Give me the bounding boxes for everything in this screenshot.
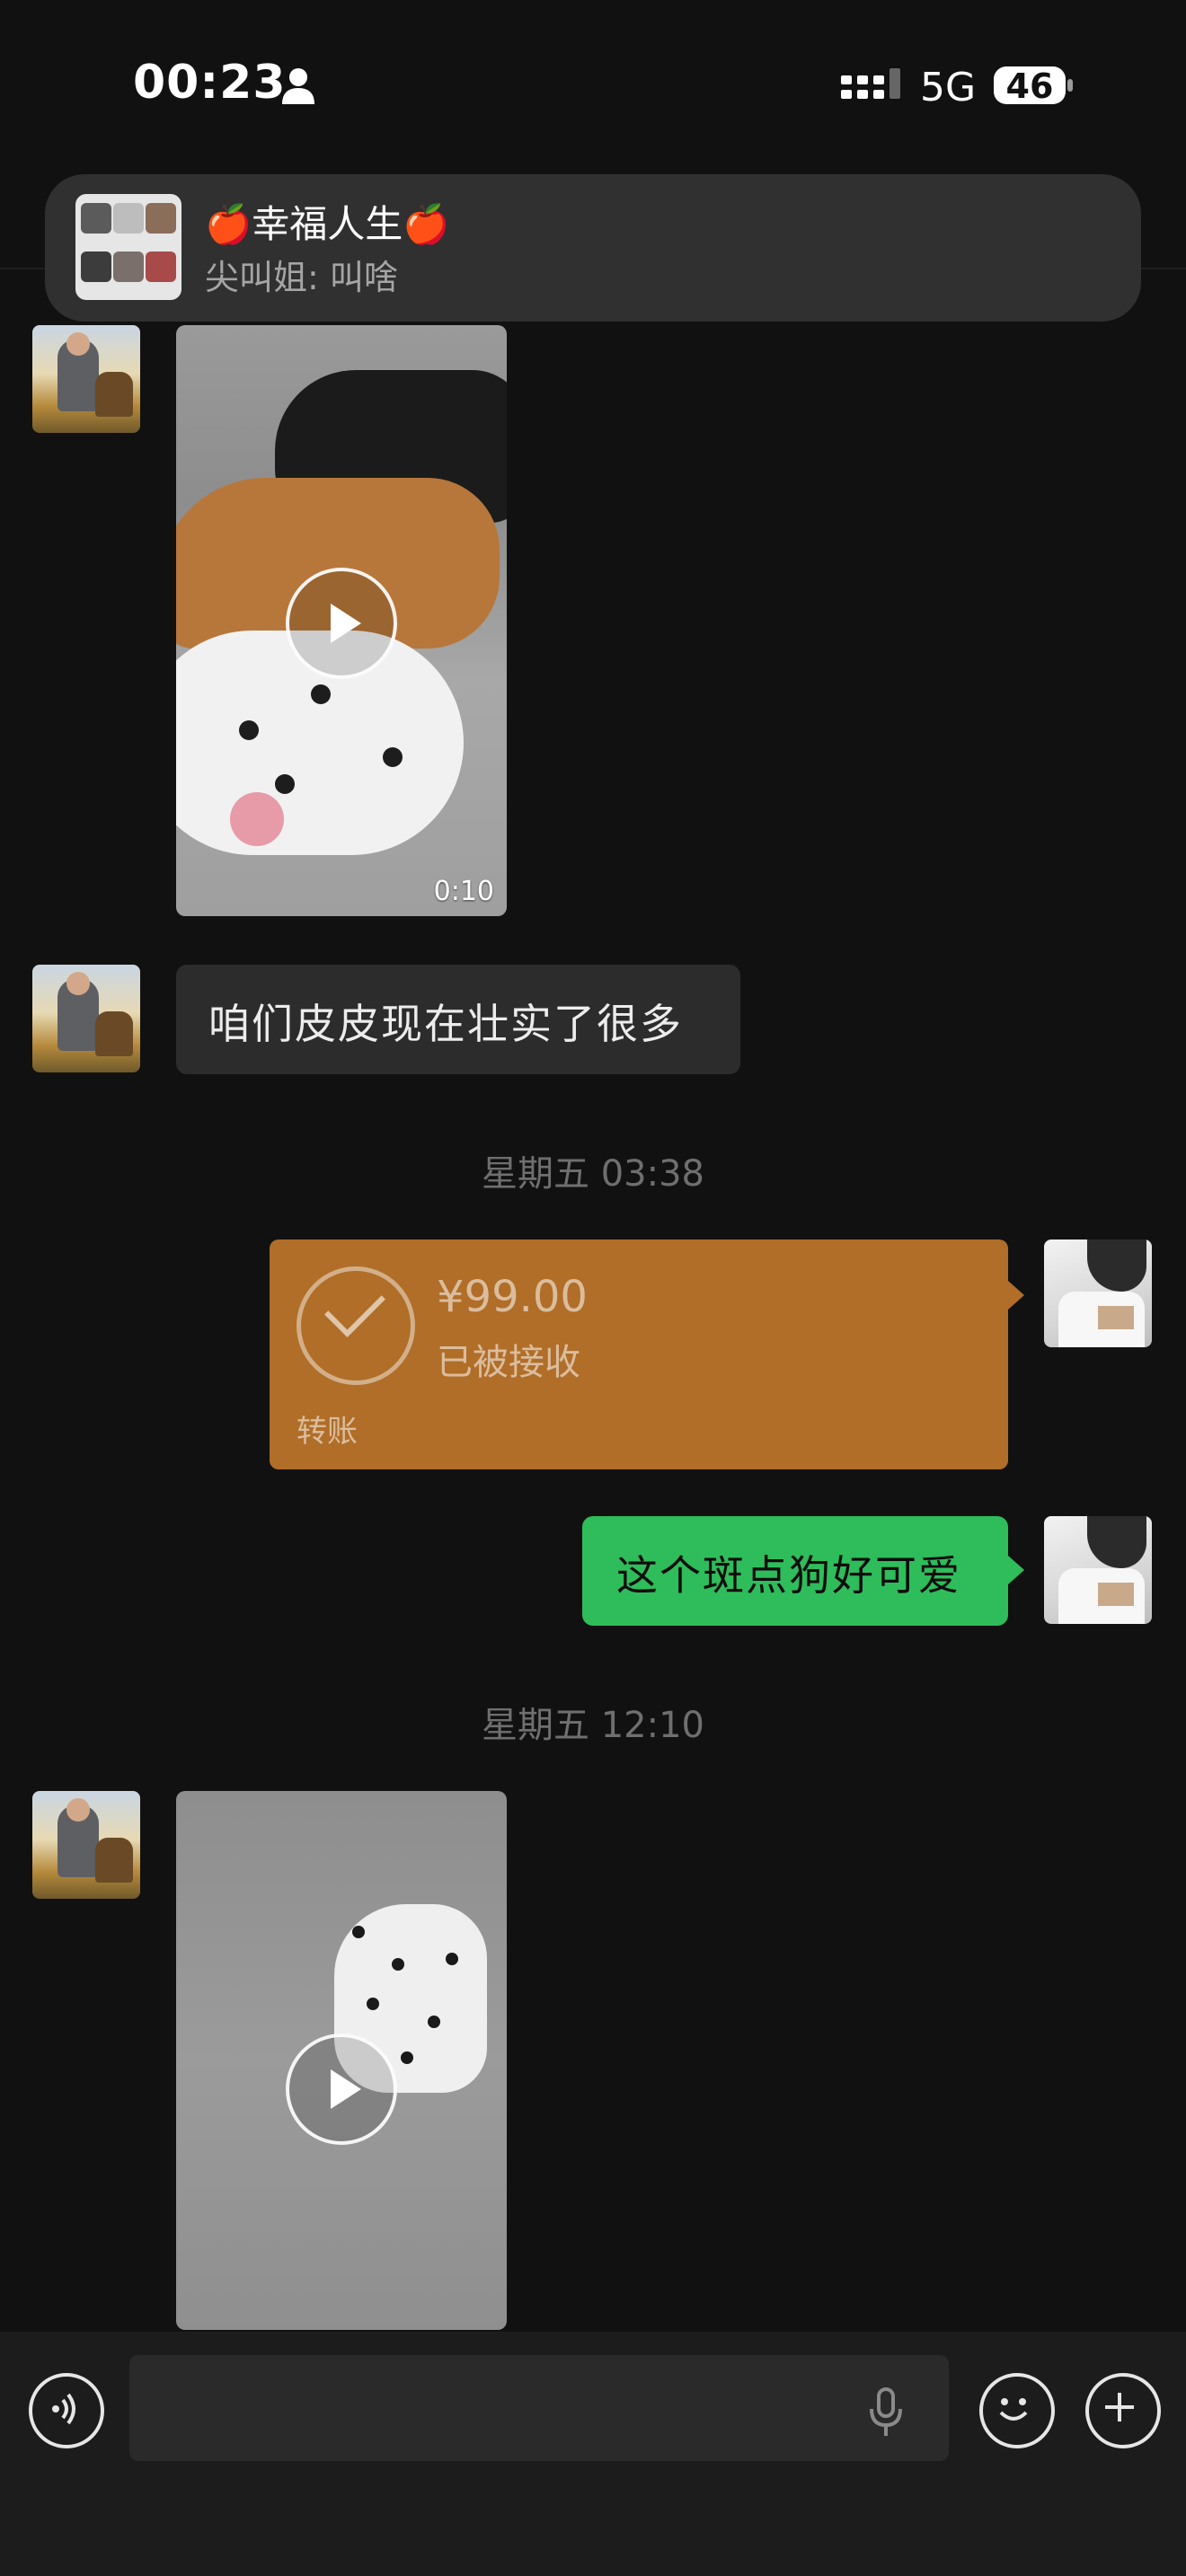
received-text-bubble[interactable]: 咱们皮皮现在壮实了很多	[176, 965, 740, 1074]
video-message[interactable]: 0:10	[176, 325, 507, 916]
status-bar: 00:23 5G 46	[0, 0, 1186, 171]
status-time: 00:23	[133, 56, 287, 110]
play-icon[interactable]	[286, 568, 397, 679]
input-bar	[0, 2332, 1186, 2576]
contact-avatar[interactable]	[32, 1791, 140, 1899]
self-avatar[interactable]	[1044, 1239, 1152, 1347]
group-avatar	[75, 194, 181, 300]
message-text: 这个斑点狗好可爱	[616, 1551, 961, 1600]
sent-text-bubble[interactable]: 这个斑点狗好可爱	[582, 1516, 1024, 1626]
video-message[interactable]	[176, 1791, 507, 2330]
message-input[interactable]	[129, 2355, 949, 2461]
message-text: 咱们皮皮现在壮实了很多	[208, 1000, 683, 1048]
play-icon[interactable]	[286, 2033, 397, 2145]
contact-avatar[interactable]	[32, 965, 140, 1072]
battery-icon: 46	[992, 65, 1075, 106]
transfer-label: 转账	[296, 1414, 358, 1450]
timestamp: 星期五 03:38	[482, 1153, 704, 1195]
notification-title: 🍎幸福人生🍎	[205, 202, 450, 246]
transfer-card[interactable]: ¥99.00 已被接收 转账	[270, 1239, 1024, 1469]
video-duration: 0:10	[433, 876, 494, 907]
mic-icon[interactable]	[868, 2387, 904, 2438]
network-label: 5G	[920, 65, 977, 110]
person-icon	[282, 68, 314, 104]
transfer-status: 已被接收	[437, 1342, 580, 1383]
self-avatar[interactable]	[1044, 1516, 1152, 1624]
contact-avatar[interactable]	[32, 325, 140, 433]
transfer-amount: ¥99.00	[437, 1272, 588, 1322]
plus-icon[interactable]	[1085, 2373, 1161, 2448]
voice-icon[interactable]	[29, 2373, 104, 2448]
check-icon	[296, 1266, 415, 1385]
timestamp: 星期五 12:10	[482, 1705, 704, 1746]
battery-level: 46	[1005, 66, 1054, 106]
signal-icon	[841, 68, 900, 99]
notification-message: 尖叫姐: 叫啥	[205, 258, 398, 297]
emoji-icon[interactable]	[979, 2373, 1055, 2448]
notification-banner[interactable]: 🍎幸福人生🍎 尖叫姐: 叫啥	[45, 174, 1141, 322]
